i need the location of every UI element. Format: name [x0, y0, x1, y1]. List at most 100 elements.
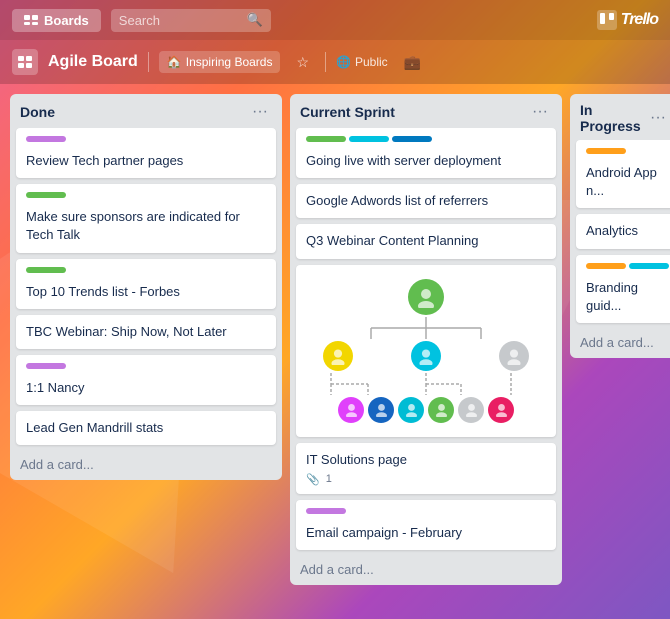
list-progress-menu[interactable]: ··· [646, 108, 670, 128]
inspiring-boards-button[interactable]: 🏠 Inspiring Boards [159, 51, 281, 73]
card-label-row [586, 148, 664, 159]
card-label-row [26, 267, 266, 278]
card-tbc[interactable]: TBC Webinar: Ship Now, Not Later [16, 315, 276, 349]
card-title: Branding guid... [586, 279, 664, 315]
top-nav: Boards 🔍 Trello [0, 0, 670, 40]
card-nancy[interactable]: 1:1 Nancy [16, 355, 276, 405]
card-title: Q3 Webinar Content Planning [306, 232, 546, 250]
org-node-bot2 [368, 397, 394, 423]
add-card-label: Add a card... [300, 562, 374, 577]
org-node-bot6 [488, 397, 514, 423]
card-title: Make sure sponsors are indicated for Tec… [26, 208, 266, 244]
card-title: Analytics [586, 222, 664, 240]
card-review-tech[interactable]: Review Tech partner pages [16, 128, 276, 178]
card-email-campaign[interactable]: Email campaign - February [296, 500, 556, 550]
card-sponsors[interactable]: Make sure sponsors are indicated for Tec… [16, 184, 276, 252]
card-title: IT Solutions page [306, 451, 546, 469]
org-lines-top [336, 317, 516, 339]
briefcase-icon: 💼 [404, 54, 421, 70]
trello-label: Trello [621, 11, 658, 29]
org-node-bot5 [458, 397, 484, 423]
boards-button[interactable]: Boards [12, 9, 101, 32]
list-sprint-header: Current Sprint ··· [290, 94, 562, 128]
card-label-row [26, 363, 266, 374]
card-title: TBC Webinar: Ship Now, Not Later [26, 323, 266, 341]
card-android[interactable]: Android App n... [576, 140, 670, 208]
public-button[interactable]: 🌐 Public [336, 55, 388, 69]
card-label-green [26, 192, 66, 198]
card-adwords[interactable]: Google Adwords list of referrers [296, 184, 556, 218]
board-content: Done ··· Review Tech partner pages Make … [0, 84, 670, 619]
org-node-top [408, 279, 444, 315]
board-title: Agile Board [48, 53, 138, 71]
card-title: Review Tech partner pages [26, 152, 266, 170]
list-in-progress: In Progress ··· Android App n... Analyti… [570, 94, 670, 358]
globe-icon: 🌐 [336, 55, 351, 69]
list-done-cards: Review Tech partner pages Make sure spon… [10, 128, 282, 451]
header-divider2 [325, 52, 326, 72]
list-current-sprint: Current Sprint ··· Going live with serve… [290, 94, 562, 585]
org-node-mid1 [323, 341, 353, 371]
org-node-mid3 [499, 341, 529, 371]
org-node-bot3 [398, 397, 424, 423]
card-label-row [26, 136, 266, 147]
inspiring-label: Inspiring Boards [186, 55, 273, 69]
org-node-bot1 [338, 397, 364, 423]
list-sprint-cards: Going live with server deployment Google… [290, 128, 562, 556]
card-going-live[interactable]: Going live with server deployment [296, 128, 556, 178]
card-label-teal [629, 263, 669, 269]
list-progress-header: In Progress ··· [570, 94, 670, 140]
board-icon [12, 49, 38, 75]
card-label-row [26, 192, 266, 203]
org-node-mid2 [411, 341, 441, 371]
list-progress-cards: Android App n... Analytics Branding guid… [570, 140, 670, 329]
attachment-count: 1 [326, 473, 332, 485]
card-title: Google Adwords list of referrers [306, 192, 546, 210]
trello-logo: Trello [597, 10, 658, 30]
add-card-sprint[interactable]: Add a card... [290, 556, 562, 585]
card-label-green [26, 267, 66, 273]
attachment-icon: 📎 [306, 473, 320, 486]
add-card-progress[interactable]: Add a card... [570, 329, 670, 358]
list-done-header: Done ··· [10, 94, 282, 128]
card-label-orange [586, 263, 626, 269]
star-icon: ☆ [296, 54, 309, 70]
card-org-chart[interactable] [296, 265, 556, 437]
inspiring-icon: 🏠 [167, 55, 182, 69]
card-analytics[interactable]: Analytics [576, 214, 670, 248]
card-mandrill[interactable]: Lead Gen Mandrill stats [16, 411, 276, 445]
menu-button[interactable]: 💼 [398, 52, 427, 73]
list-sprint-title: Current Sprint [300, 104, 395, 120]
org-node-bot4 [428, 397, 454, 423]
card-q3-webinar[interactable]: Q3 Webinar Content Planning [296, 224, 556, 258]
card-label-purple [26, 363, 66, 369]
boards-icon [24, 15, 38, 25]
card-label-row [586, 263, 664, 274]
list-done-menu[interactable]: ··· [248, 102, 272, 122]
boards-label: Boards [44, 13, 89, 28]
card-title: Android App n... [586, 164, 664, 200]
org-lines-mid [311, 373, 541, 395]
list-sprint-menu[interactable]: ··· [528, 102, 552, 122]
board-header: Agile Board 🏠 Inspiring Boards ☆ 🌐 Publi… [0, 40, 670, 84]
star-button[interactable]: ☆ [290, 52, 315, 73]
card-meta: 📎 1 [306, 473, 546, 486]
card-label-blue [392, 136, 432, 142]
add-card-label: Add a card... [580, 335, 654, 350]
card-label-purple [306, 508, 346, 514]
add-card-done[interactable]: Add a card... [10, 451, 282, 480]
search-icon: 🔍 [247, 12, 263, 28]
card-label-purple [26, 136, 66, 142]
card-it-solutions[interactable]: IT Solutions page 📎 1 [296, 443, 556, 494]
card-label-row [306, 508, 546, 519]
org-chart-visual [300, 269, 552, 433]
card-title: Email campaign - February [306, 524, 546, 542]
list-done-title: Done [20, 104, 55, 120]
card-label-orange [586, 148, 626, 154]
card-branding[interactable]: Branding guid... [576, 255, 670, 323]
trello-icon [597, 10, 617, 30]
header-divider [148, 52, 149, 72]
card-title: Top 10 Trends list - Forbes [26, 283, 266, 301]
card-label-green [306, 136, 346, 142]
card-top10[interactable]: Top 10 Trends list - Forbes [16, 259, 276, 309]
